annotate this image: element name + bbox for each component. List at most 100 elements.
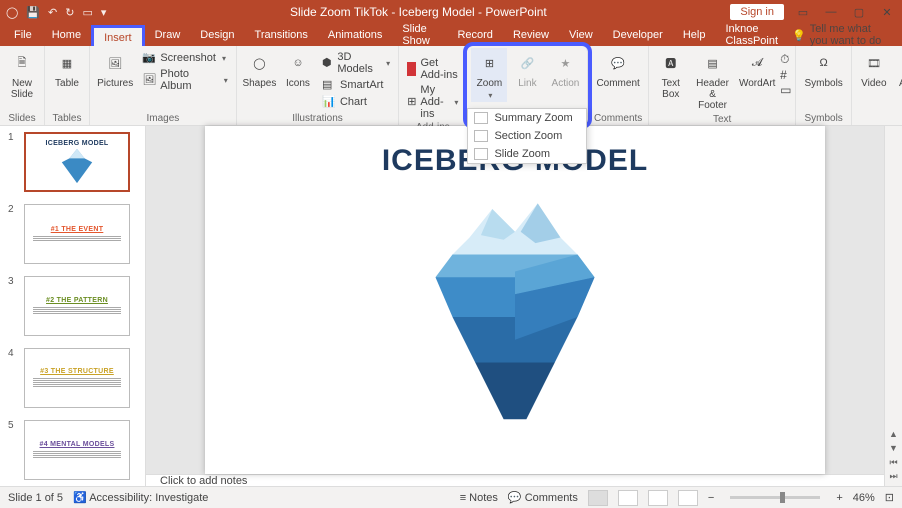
slideshow-view-button[interactable] <box>678 490 698 506</box>
table-icon: ▦ <box>54 50 80 76</box>
wordart-button[interactable]: 𝓐 WordArt <box>736 48 778 91</box>
minimize-icon[interactable]: — <box>822 3 840 21</box>
get-addins-button[interactable]: Get Add-ins <box>403 56 462 82</box>
zoom-dropdown-menu: Summary Zoom Section Zoom Slide Zoom <box>467 108 587 164</box>
save-icon[interactable]: 💾 <box>26 6 40 19</box>
object-icon[interactable]: ▭ <box>780 83 791 97</box>
thumb-2[interactable]: #1 THE EVENT <box>24 204 130 264</box>
scroll-up-icon[interactable]: ▲ <box>888 429 900 441</box>
tab-design[interactable]: Design <box>190 25 244 45</box>
tab-animations[interactable]: Animations <box>318 25 392 45</box>
close-icon[interactable]: ✕ <box>878 3 896 21</box>
thumb-5[interactable]: #4 MENTAL MODELS <box>24 420 130 480</box>
video-button[interactable]: 🎞 Video <box>856 48 892 91</box>
zoom-out-button[interactable]: − <box>708 492 714 504</box>
smartart-label: SmartArt <box>340 79 383 91</box>
summary-zoom-label: Summary Zoom <box>494 112 572 124</box>
tab-draw[interactable]: Draw <box>145 25 191 45</box>
tab-transitions[interactable]: Transitions <box>245 25 318 45</box>
vertical-scrollbar[interactable]: ▲ ▼ ⏮ ⏭ <box>884 126 902 486</box>
slide-zoom-item[interactable]: Slide Zoom <box>468 145 586 163</box>
slide-sorter-view-button[interactable] <box>618 490 638 506</box>
new-slide-label: New Slide <box>11 78 33 100</box>
tell-me-label: Tell me what you want to do <box>810 23 890 47</box>
slide-number-icon[interactable]: # <box>780 68 791 82</box>
redo-icon[interactable]: ↻ <box>65 6 74 19</box>
3d-models-icon: ⬢ <box>322 56 333 70</box>
chart-button[interactable]: 📊Chart <box>318 94 394 110</box>
thumb-3[interactable]: #2 THE PATTERN <box>24 276 130 336</box>
maximize-icon[interactable]: ▢ <box>850 3 868 21</box>
thumb-row-5[interactable]: 5 #4 MENTAL MODELS <box>0 414 145 486</box>
tab-insert[interactable]: Insert <box>91 25 145 48</box>
thumb-row-3[interactable]: 3 #2 THE PATTERN <box>0 270 145 342</box>
notes-toggle-label: Notes <box>469 492 498 504</box>
tab-view[interactable]: View <box>559 25 603 45</box>
header-footer-button[interactable]: ▤ Header & Footer <box>691 48 735 113</box>
thumb-row-4[interactable]: 4 #3 THE STRUCTURE <box>0 342 145 414</box>
date-time-icon[interactable]: ⏱ <box>780 52 791 67</box>
link-icon: 🔗 <box>514 50 540 76</box>
notes-toggle[interactable]: ≡ Notes <box>460 492 498 504</box>
table-button[interactable]: ▦ Table <box>49 48 85 91</box>
tab-help[interactable]: Help <box>673 25 716 45</box>
reading-view-button[interactable] <box>648 490 668 506</box>
thumb-row-2[interactable]: 2 #1 THE EVENT <box>0 198 145 270</box>
summary-zoom-item[interactable]: Summary Zoom <box>468 109 586 127</box>
accessibility-status[interactable]: ♿ Accessibility: Investigate <box>73 491 208 504</box>
zoom-slider[interactable] <box>730 496 820 499</box>
new-slide-button[interactable]: 🗎 New Slide <box>4 48 40 102</box>
new-slide-icon: 🗎 <box>9 50 35 76</box>
thumb-4[interactable]: #3 THE STRUCTURE <box>24 348 130 408</box>
text-box-icon: 🅰 <box>658 50 684 76</box>
pictures-button[interactable]: 🖼 Pictures <box>94 48 136 91</box>
slide-canvas[interactable]: ICEBERG MODEL <box>205 126 825 474</box>
next-slide-icon[interactable]: ⏭ <box>888 471 900 483</box>
comments-toggle[interactable]: 💬 Comments <box>508 491 578 504</box>
zoom-percent[interactable]: 46% <box>853 492 875 504</box>
audio-button[interactable]: 🔊 Audio <box>894 48 902 91</box>
tab-file[interactable]: File <box>4 25 42 45</box>
action-button[interactable]: ★ Action <box>547 48 583 91</box>
tab-developer[interactable]: Developer <box>603 25 673 45</box>
fit-to-window-button[interactable]: ⊡ <box>885 491 894 504</box>
link-button[interactable]: 🔗 Link <box>509 48 545 91</box>
smartart-button[interactable]: ▤SmartArt <box>318 77 394 93</box>
screenshot-button[interactable]: 📷Screenshot▾ <box>138 50 231 66</box>
icons-button[interactable]: ☺ Icons <box>280 48 316 91</box>
thumb-row-1[interactable]: 1 ICEBERG MODEL <box>0 126 145 198</box>
thumb-num-1: 1 <box>8 132 18 192</box>
thumb-num-2: 2 <box>8 204 18 264</box>
slide-area: ICEBERG MODEL Click to add notes <box>146 126 884 486</box>
scroll-down-icon[interactable]: ▼ <box>888 443 900 455</box>
undo-icon[interactable]: ↶ <box>48 6 57 19</box>
tell-me-search[interactable]: 💡 Tell me what you want to do <box>792 23 902 47</box>
autosave-toggle[interactable]: ◯ <box>6 6 18 19</box>
shapes-icon: ◯ <box>246 50 272 76</box>
section-zoom-item[interactable]: Section Zoom <box>468 127 586 145</box>
sign-in-button[interactable]: Sign in <box>730 4 784 20</box>
symbols-button[interactable]: Ω Symbols <box>800 48 846 91</box>
text-box-button[interactable]: 🅰 Text Box <box>653 48 689 102</box>
my-addins-button[interactable]: ⊞My Add-ins▾ <box>403 83 462 121</box>
tab-record[interactable]: Record <box>447 25 502 45</box>
symbols-label: Symbols <box>804 78 842 89</box>
wordart-label: WordArt <box>739 78 776 89</box>
normal-view-button[interactable] <box>588 490 608 506</box>
video-label: Video <box>861 78 886 89</box>
tab-review[interactable]: Review <box>503 25 559 45</box>
zoom-button[interactable]: ⊞ Zoom ▾ <box>471 48 507 102</box>
qat-more-icon[interactable]: ▾ <box>101 6 107 19</box>
start-from-beginning-icon[interactable]: ▭ <box>82 6 92 19</box>
prev-slide-icon[interactable]: ⏮ <box>888 457 900 469</box>
zoom-in-button[interactable]: + <box>836 492 842 504</box>
tab-home[interactable]: Home <box>42 25 91 45</box>
3d-models-button[interactable]: ⬢3D Models▾ <box>318 50 394 76</box>
ribbon-options-icon[interactable]: ▭ <box>794 3 812 21</box>
thumb-1[interactable]: ICEBERG MODEL <box>24 132 130 192</box>
photo-album-button[interactable]: 🖼Photo Album▾ <box>138 67 231 93</box>
text-box-label: Text Box <box>662 78 680 100</box>
group-illustrations-label: Illustrations <box>241 112 394 125</box>
shapes-button[interactable]: ◯ Shapes <box>241 48 278 91</box>
comment-button[interactable]: 💬 Comment <box>592 48 643 91</box>
